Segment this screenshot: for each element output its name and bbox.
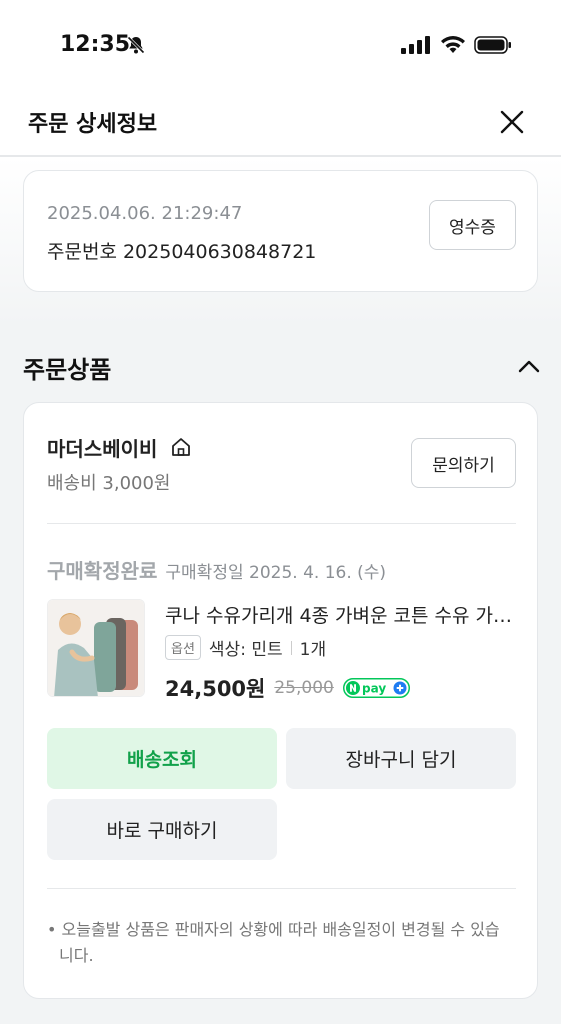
npay-logo: pay	[342, 678, 410, 698]
close-icon[interactable]	[496, 106, 528, 138]
svg-text:pay: pay	[362, 682, 386, 696]
order-number: 주문번호 2025040630848721	[47, 241, 317, 263]
chevron-up-icon[interactable]	[516, 356, 542, 376]
product-thumbnail[interactable]	[47, 599, 145, 697]
purchase-confirm-date: 구매확정일 2025. 4. 16. (수)	[165, 563, 387, 583]
order-datetime: 2025.04.06. 21:29:47	[47, 203, 243, 224]
original-price: 25,000	[274, 678, 334, 698]
divider	[47, 888, 516, 889]
quantity: 1개	[299, 640, 327, 660]
page-title: 주문 상세정보	[28, 112, 158, 137]
price-row: 24,500원 25,000 pay	[165, 673, 410, 703]
purchase-status: 구매확정완료	[47, 559, 158, 583]
home-icon[interactable]	[170, 436, 192, 458]
order-info-card: 2025.04.06. 21:29:47 주문번호 20250406308487…	[23, 170, 538, 292]
option-value: 색상: 민트	[208, 640, 283, 660]
shipping-notice: • 오늘출발 상품은 판매자의 상황에 따라 배송일정이 변경될 수 있습니다.	[47, 920, 500, 965]
divider	[47, 523, 516, 524]
product-image	[48, 600, 144, 696]
npay-plus-badge: pay	[342, 678, 410, 698]
wifi-icon	[441, 36, 465, 53]
order-item-card: 마더스베이비 배송비 3,000원 문의하기 구매확정완료 구매확정일 2025…	[23, 402, 538, 999]
buy-now-button[interactable]: 바로 구매하기	[47, 799, 277, 860]
battery-icon	[474, 36, 511, 54]
product-name[interactable]: 쿠나 수유가리개 4종 가벼운 코튼 수유 가리개 앞치마	[165, 601, 515, 628]
section-title: 주문상품	[23, 356, 112, 384]
receipt-button[interactable]: 영수증	[429, 200, 516, 250]
status-bar: 12:35	[0, 0, 561, 90]
sale-price: 24,500원	[165, 677, 266, 701]
shipping-fee: 배송비 3,000원	[47, 473, 171, 494]
option-separator	[290, 640, 292, 655]
purchase-status-row: 구매확정완료 구매확정일 2025. 4. 16. (수)	[47, 555, 386, 584]
status-time: 12:35	[60, 32, 131, 57]
track-delivery-button[interactable]: 배송조회	[47, 728, 277, 789]
top-area: 12:35 주문 상세정보	[0, 0, 561, 157]
option-row: 옵션 색상: 민트 1개	[165, 635, 326, 660]
signal-icon	[401, 36, 430, 54]
bell-slash-icon	[127, 36, 145, 54]
add-to-cart-button[interactable]: 장바구니 담기	[286, 728, 516, 789]
inquiry-button[interactable]: 문의하기	[411, 438, 516, 488]
option-badge: 옵션	[165, 635, 201, 660]
store-name[interactable]: 마더스베이비	[47, 433, 157, 462]
